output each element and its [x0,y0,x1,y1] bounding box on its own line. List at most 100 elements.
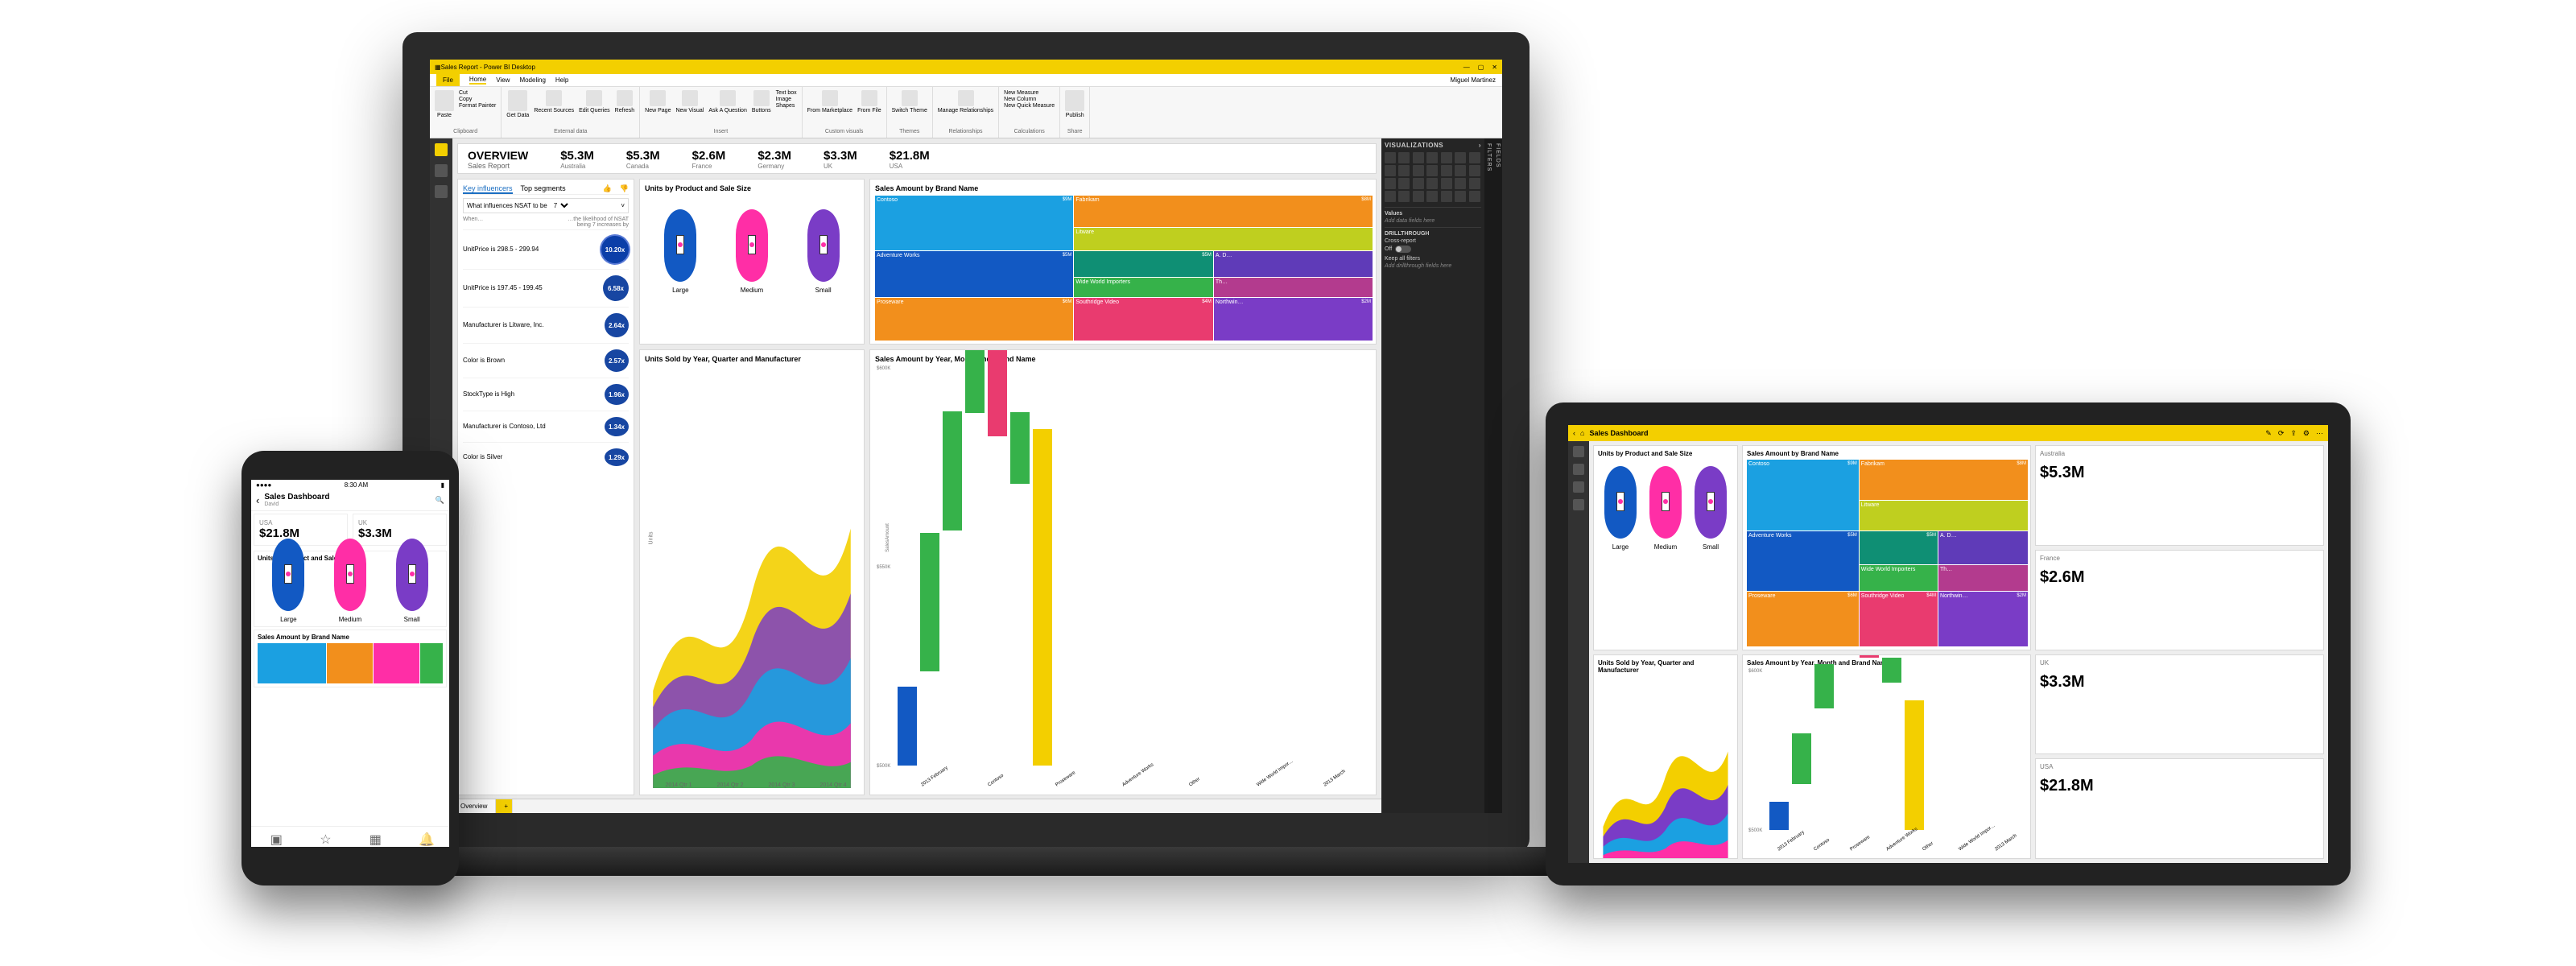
treemap-cell[interactable]: Wide World Importers [1074,278,1212,298]
share-icon[interactable]: ⇪ [2290,429,2297,438]
violin-series[interactable]: Small [392,539,432,623]
viz-type-icon[interactable] [1469,152,1480,163]
viz-type-icon[interactable] [1441,165,1452,176]
image-button[interactable]: Image [776,97,797,102]
treemap-cell[interactable]: $5M [1860,531,1938,564]
ribbon-tab-help[interactable]: Help [555,76,568,84]
manage-relationships-button[interactable]: Manage Relationships [938,90,993,114]
violin-series[interactable]: Small [1690,466,1731,551]
kpi-uk[interactable]: $3.3MUK [824,149,857,170]
treemap-cell[interactable]: Proseware$6M [1747,592,1859,647]
viz-type-icon[interactable] [1385,191,1396,202]
drill-placeholder[interactable]: Add drillthrough fields here [1385,263,1481,269]
recent-sources-button[interactable]: Recent Sources [534,90,574,114]
maximize-button[interactable]: ▢ [1478,64,1484,71]
violin-series[interactable]: Medium [732,209,772,294]
new-visual-button[interactable]: New Visual [675,90,704,114]
tab-kpi-uk[interactable]: UK$3.3M [2035,654,2324,755]
viz-type-icon[interactable] [1413,165,1424,176]
filter-icon[interactable]: ⚙ [2303,429,2310,438]
phone-treemap-card[interactable]: Sales Amount by Brand Name [254,630,447,687]
kpi-canada[interactable]: $5.3MCanada [626,149,660,170]
treemap-cell[interactable]: Adventure Works$5M [1747,531,1859,591]
back-button[interactable]: ‹ [1573,429,1575,437]
viz-type-icon[interactable] [1398,191,1410,202]
format-painter-button[interactable]: Format Painter [459,103,496,109]
ribbon-tab-home[interactable]: Home [469,76,486,85]
viz-type-icon[interactable] [1426,178,1438,189]
violin-visual[interactable]: Units by Product and Sale Size Large Med… [639,179,865,345]
treemap-cell[interactable]: Fabrikam$8M [1860,460,2028,500]
nav-apps-icon[interactable]: ▦ [369,832,381,843]
rail-model-icon[interactable] [435,185,448,198]
treemap-cell[interactable]: Northwin…$2M [1938,592,2028,647]
thumbs-down-icon[interactable]: 👎 [620,184,629,194]
treemap-cell[interactable]: A. D… [1214,251,1373,277]
refresh-icon[interactable]: ⟳ [2278,429,2285,438]
violin-series[interactable]: Small [803,209,844,294]
treemap-cell[interactable]: Th… [1938,565,2028,591]
report-canvas[interactable]: OVERVIEW Sales Report $5.3MAustralia $5.… [452,138,1381,813]
viz-type-icon[interactable] [1385,178,1396,189]
ask-question-button[interactable]: Ask A Question [708,90,746,114]
ki-row[interactable]: Manufacturer is Contoso, Ltd 1.34x [463,411,629,442]
viz-type-icon[interactable] [1413,178,1424,189]
viz-type-icon[interactable] [1426,191,1438,202]
switch-theme-button[interactable]: Switch Theme [892,90,927,114]
treemap-cell[interactable]: Adventure Works$5M [875,251,1073,297]
kpi-usa[interactable]: $21.8MUSA [890,149,930,170]
tab-kpi-australia[interactable]: Australia$5.3M [2035,445,2324,546]
stream-visual[interactable]: Units Sold by Year, Quarter and Manufact… [639,349,865,795]
viz-type-icon[interactable] [1441,178,1452,189]
page-tab-overview[interactable]: Overview [452,799,496,813]
search-icon[interactable]: 🔍 [436,496,444,505]
tab-stream-card[interactable]: Units Sold by Year, Quarter and Manufact… [1593,654,1738,860]
nav-favorites-icon[interactable]: ☆ [320,832,331,843]
treemap-cell[interactable]: Contoso$9M [1747,460,1859,530]
treemap-cell[interactable]: Litware [1074,228,1373,250]
rail-icon[interactable] [1573,464,1584,475]
ki-row[interactable]: StockType is High 1.96x [463,378,629,411]
minimize-button[interactable]: — [1463,64,1470,71]
viz-type-icon[interactable] [1455,165,1466,176]
treemap-cell[interactable]: Proseware$6M [875,298,1073,341]
ki-row[interactable]: Color is Silver 1.29x [463,442,629,472]
filters-pane-collapsed[interactable]: FILTERS [1484,138,1493,813]
kpi-germany[interactable]: $2.3MGermany [758,149,791,170]
viz-type-icon[interactable] [1426,152,1438,163]
viz-type-icon[interactable] [1398,165,1410,176]
rail-report-icon[interactable] [435,143,448,156]
cross-report-toggle[interactable] [1395,246,1411,253]
ki-tab-segments[interactable]: Top segments [521,184,566,194]
violin-series[interactable]: Large [660,209,700,294]
treemap-visual[interactable]: Sales Amount by Brand Name Contoso$9MFab… [869,179,1377,345]
ki-row[interactable]: Manufacturer is Litware, Inc. 2.64x [463,307,629,343]
ribbon-tab-modeling[interactable]: Modeling [519,76,545,84]
cut-button[interactable]: Cut [459,90,496,96]
treemap-cell[interactable]: Litware [1860,501,2028,530]
violin-series[interactable]: Medium [330,539,370,623]
refresh-button[interactable]: Refresh [615,90,635,114]
treemap-cell[interactable]: $5M [1074,251,1212,277]
viz-type-icon[interactable] [1398,152,1410,163]
ki-value-select[interactable]: 7 [551,201,571,210]
thumbs-up-icon[interactable]: 👍 [603,184,612,194]
nav-home-icon[interactable]: ▣ [270,832,282,843]
viz-type-icon[interactable] [1426,165,1438,176]
ki-row[interactable]: UnitPrice is 197.45 - 199.45 6.58x [463,269,629,307]
ki-row[interactable]: Color is Brown 2.57x [463,343,629,378]
viz-type-icon[interactable] [1385,165,1396,176]
paste-button[interactable]: Paste [435,90,454,118]
new-measure-button[interactable]: New Measure [1004,90,1038,96]
viz-type-icon[interactable] [1385,152,1396,163]
tab-waterfall-card[interactable]: Sales Amount by Year, Month and Brand Na… [1742,654,2031,860]
viz-type-icon[interactable] [1413,191,1424,202]
close-button[interactable]: ✕ [1492,64,1497,71]
copy-button[interactable]: Copy [459,97,496,102]
home-icon[interactable]: ⌂ [1580,429,1584,437]
rail-data-icon[interactable] [435,164,448,177]
rail-icon[interactable] [1573,446,1584,457]
kpi-australia[interactable]: $5.3MAustralia [560,149,594,170]
viz-type-icon[interactable] [1441,191,1452,202]
ki-row[interactable]: UnitPrice is 298.5 - 299.94 10.20x [463,229,629,269]
